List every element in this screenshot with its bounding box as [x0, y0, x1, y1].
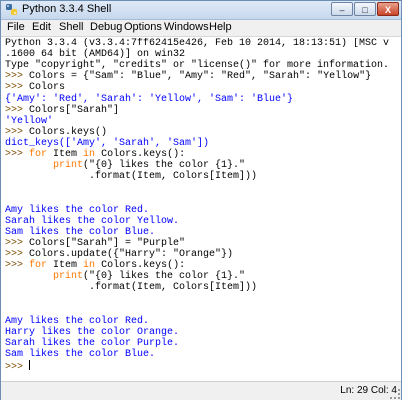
keyword: in — [83, 260, 96, 271]
builtin: print — [53, 271, 84, 283]
text-cursor — [29, 359, 31, 370]
status-bar: Ln: 29 Col: 4 — [1, 381, 401, 400]
prompt: >>> — [5, 104, 30, 116]
output-line: Amy likes the color Red. — [5, 315, 150, 327]
menu-help[interactable]: Help — [209, 21, 232, 33]
resize-grip-icon[interactable] — [390, 389, 400, 399]
input-line: >>> Colors = {"Sam": "Blue", "Amy": "Red… — [5, 71, 371, 82]
input-line: >>> Colors.update({"Harry": "Orange"}) — [5, 249, 233, 260]
code: Colors.update({"Harry": "Orange"}) — [29, 248, 234, 260]
close-button[interactable]: X — [377, 2, 399, 16]
output-line: {'Amy': 'Red', 'Sarah': 'Yellow', 'Sam':… — [5, 93, 294, 105]
idle-shell-window: Python 3.3.4 Shell – □ X File Edit Shell… — [0, 0, 402, 400]
output-line: 'Yellow' — [5, 115, 54, 127]
input-line: print("{0} likes the color {1}." — [5, 271, 245, 282]
code: Item — [47, 149, 84, 160]
output-line: Sarah likes the color Yellow. — [5, 215, 180, 227]
menu-bar: File Edit Shell Debug Options Windows He… — [1, 20, 401, 37]
prompt: >>> — [5, 361, 30, 373]
keyword: for — [29, 149, 48, 160]
code: Colors — [29, 82, 66, 94]
menu-options[interactable]: Options — [124, 21, 162, 33]
title-bar[interactable]: Python 3.3.4 Shell – □ X — [1, 1, 401, 20]
python-logo-icon — [6, 4, 17, 15]
menu-shell[interactable]: Shell — [59, 21, 83, 33]
prompt: >>> — [5, 260, 30, 271]
output-line: dict_keys(['Amy', 'Sarah', 'Sam']) — [5, 137, 210, 149]
code: Colors["Sarah"] = "Purple" — [29, 237, 186, 249]
output-line: Sarah likes the color Purple. — [5, 337, 180, 349]
window-title: Python 3.3.4 Shell — [22, 3, 112, 15]
output-line: Amy likes the color Red. — [5, 204, 150, 216]
prompt: >>> — [5, 149, 30, 160]
code: Item — [47, 260, 84, 271]
prompt: >>> — [5, 248, 30, 260]
keyword: for — [29, 260, 48, 271]
output-line: Harry likes the color Orange. — [5, 326, 180, 338]
input-line: print("{0} likes the color {1}." — [5, 160, 245, 171]
prompt: >>> — [5, 82, 30, 94]
prompt: >>> — [5, 71, 30, 83]
code: ("{0} likes the color {1}." — [83, 271, 246, 283]
code: Colors["Sarah"] — [29, 104, 120, 116]
code: Colors.keys(): — [95, 260, 186, 271]
output-line: Sam likes the color Blue. — [5, 226, 156, 238]
input-line: >>> Colors["Sarah"] — [5, 105, 119, 116]
input-line: >>> Colors["Sarah"] = "Purple" — [5, 238, 185, 249]
minimize-button[interactable]: – — [331, 2, 353, 16]
banner-line: .1600 64 bit (AMD64)] on win32 — [5, 49, 186, 61]
builtin: print — [53, 160, 84, 172]
code: Colors.keys(): — [95, 149, 186, 160]
code: ("{0} likes the color {1}." — [83, 160, 246, 172]
menu-debug[interactable]: Debug — [90, 21, 122, 33]
menu-file[interactable]: File — [7, 21, 25, 33]
input-line: .format(Item, Colors[Item])) — [5, 282, 258, 294]
input-line: >>> Colors.keys() — [5, 127, 107, 138]
input-line: >>> for Item in Colors.keys(): — [5, 260, 185, 271]
code: Colors = {"Sam": "Blue", "Amy": "Red", "… — [29, 71, 372, 83]
prompt: >>> — [5, 126, 30, 138]
input-line: .format(Item, Colors[Item])) — [5, 171, 258, 183]
shell-text-area[interactable]: Python 3.3.4 (v3.3.4:7ff62415e426, Feb 1… — [3, 38, 399, 379]
output-line: Sam likes the color Blue. — [5, 348, 156, 360]
maximize-button[interactable]: □ — [354, 2, 376, 16]
menu-windows[interactable]: Windows — [164, 21, 209, 33]
banner-line: Python 3.3.4 (v3.3.4:7ff62415e426, Feb 1… — [5, 38, 390, 49]
cursor-position: Ln: 29 Col: 4 — [340, 385, 397, 396]
banner-line: Type "copyright", "credits" or "license(… — [5, 60, 390, 72]
input-line[interactable]: >>> — [5, 359, 31, 373]
menu-edit[interactable]: Edit — [32, 21, 51, 33]
input-line: >>> Colors — [5, 82, 65, 93]
code: Colors.keys() — [29, 126, 108, 138]
prompt: >>> — [5, 237, 30, 249]
keyword: in — [83, 149, 96, 160]
input-line: >>> for Item in Colors.keys(): — [5, 149, 185, 160]
